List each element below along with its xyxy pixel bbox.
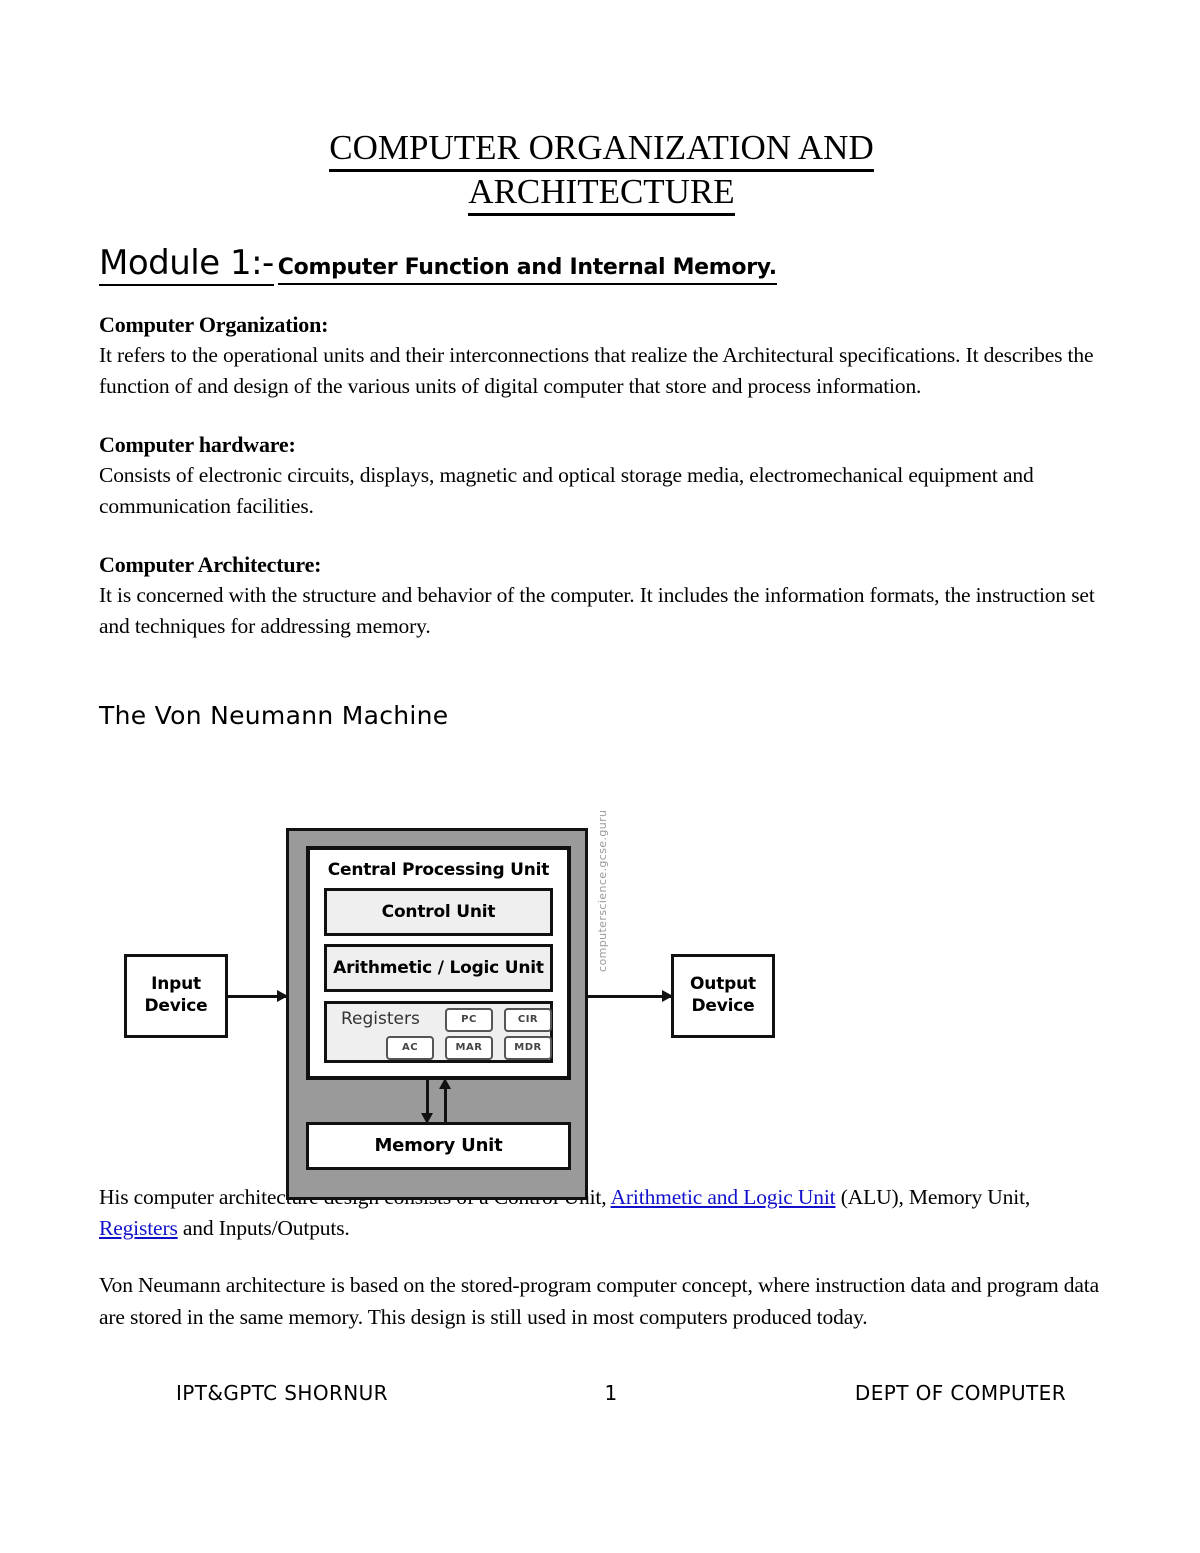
link-arithmetic-and-logic-unit[interactable]: Arithmetic and Logic Unit [611, 1185, 836, 1209]
register-chip-mar: MAR [445, 1035, 493, 1060]
module-heading-subtitle: Computer Function and Internal Memory. [277, 254, 777, 285]
output-device-box: Output Device [671, 953, 775, 1038]
arrow-cpu-to-memory-icon [421, 1079, 433, 1124]
von-neumann-paragraph-2: Von Neumann architecture is based on the… [99, 1273, 1099, 1329]
output-device-label-line-2: Device [691, 995, 755, 1016]
arithmetic-logic-unit-box: Arithmetic / Logic Unit [324, 943, 553, 992]
von-neumann-diagram: Central Processing Unit Control Unit Ari… [99, 758, 1104, 1200]
document-title-line-1: COMPUTER ORGANIZATION AND [329, 128, 874, 172]
register-chip-cir: CIR [504, 1007, 552, 1032]
section-body: It is concerned with the structure and b… [99, 582, 1095, 639]
footer-page-number: 1 [604, 1381, 618, 1405]
von-neumann-paragraph-1: His computer architecture design consist… [99, 1182, 1104, 1245]
document-title: COMPUTER ORGANIZATION AND ARCHITECTURE [99, 128, 1104, 216]
section-computer-organization: Computer Organization: It refers to the … [99, 309, 1104, 403]
output-device-label-line-1: Output [690, 974, 756, 995]
control-unit-box: Control Unit [324, 887, 553, 936]
link-registers[interactable]: Registers [99, 1216, 178, 1240]
arrow-input-to-cpu-icon [228, 989, 288, 1002]
document-page: COMPUTER ORGANIZATION AND ARCHITECTURE M… [0, 0, 1200, 1553]
register-chip-ac: AC [386, 1035, 434, 1060]
section-body: Consists of electronic circuits, display… [99, 463, 1034, 519]
document-content: COMPUTER ORGANIZATION AND ARCHITECTURE M… [99, 128, 1104, 1333]
section-heading: Computer Organization: [99, 311, 329, 337]
memory-unit-box: Memory Unit [306, 1121, 571, 1170]
section-heading: Computer Architecture: [99, 551, 322, 577]
arrow-cpu-to-output-icon [588, 989, 673, 1002]
cpu-title-label: Central Processing Unit [327, 859, 550, 880]
input-device-label-line-2: Device [144, 995, 208, 1016]
document-title-line-2: ARCHITECTURE [468, 172, 735, 216]
registers-box: Registers PC CIR AC MAR MDR [324, 1000, 553, 1063]
page-footer: IPT&GPTC SHORNUR 1 DEPT OF COMPUTER [176, 1381, 1066, 1405]
arrow-memory-to-cpu-icon [439, 1077, 451, 1122]
section-body: It refers to the operational units and t… [99, 343, 1094, 399]
section-computer-hardware: Computer hardware: Consists of electroni… [99, 429, 1104, 523]
section-computer-architecture: Computer Architecture: It is concerned w… [99, 549, 1104, 643]
register-chip-pc: PC [445, 1007, 493, 1032]
registers-label: Registers [341, 1008, 420, 1029]
input-device-label-line-1: Input [151, 974, 201, 995]
footer-institution: IPT&GPTC SHORNUR [176, 1381, 388, 1405]
paragraph-text-part-2: (ALU), Memory Unit, [835, 1184, 1031, 1209]
diagram-watermark: computerscience.gcse.guru [596, 809, 609, 972]
page-title-von-neumann: The Von Neumann Machine [99, 700, 449, 730]
paragraph-text-part-3: and Inputs/Outputs. [177, 1216, 350, 1241]
register-chip-mdr: MDR [504, 1035, 552, 1060]
input-device-box: Input Device [124, 953, 228, 1038]
module-heading: Module 1:- Computer Function and Interna… [99, 242, 1104, 286]
module-heading-main: Module 1:- [99, 242, 274, 286]
cpu-box: Central Processing Unit Control Unit Ari… [306, 845, 571, 1080]
footer-department: DEPT OF COMPUTER [854, 1381, 1066, 1405]
section-heading: Computer hardware: [99, 431, 296, 457]
